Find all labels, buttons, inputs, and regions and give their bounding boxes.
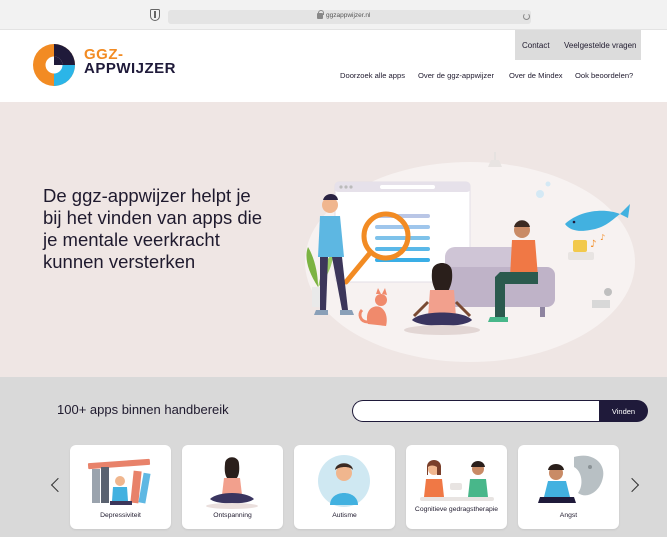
meditating-person-icon — [206, 457, 258, 509]
carousel-prev-icon[interactable] — [50, 477, 66, 493]
anxious-person-icon — [538, 455, 604, 503]
carousel-next-icon[interactable] — [624, 477, 640, 493]
reload-icon[interactable] — [523, 13, 530, 20]
category-label: Angst — [559, 512, 578, 519]
address-text: ggzappwijzer.nl — [326, 12, 371, 19]
svg-text:♪: ♪ — [600, 233, 605, 242]
main-nav: Doorzoek alle apps Over de ggz-appwijzer… — [0, 71, 667, 83]
nav-item-about-mindex[interactable]: Over de Mindex — [509, 71, 563, 80]
site-header: GGZ- APPWIJZER Contact Veelgestelde vrag… — [0, 30, 667, 102]
browser-toolbar: ggzappwijzer.nl — [0, 0, 667, 30]
two-people-talking-icon — [420, 460, 494, 501]
faq-link[interactable]: Veelgestelde vragen — [564, 41, 637, 50]
lock-icon — [317, 10, 324, 19]
category-label: Ontspanning — [213, 512, 252, 519]
privacy-shield-icon[interactable] — [150, 9, 160, 21]
category-card-cognitieve-gedragstherapie[interactable]: Cognitieve gedragstherapie — [406, 445, 507, 529]
search-input[interactable] — [352, 400, 600, 422]
category-card-autisme[interactable]: Autisme — [294, 445, 395, 529]
category-card-depressiviteit[interactable]: Depressiviteit — [70, 445, 171, 529]
apps-heading: 100+ apps binnen handbereik — [57, 402, 229, 417]
category-card-angst[interactable]: Angst — [518, 445, 619, 529]
books-person-icon — [87, 458, 151, 505]
nav-item-review[interactable]: Ook beoordelen? — [575, 71, 633, 80]
hero-illustration: ♪ ♪ — [305, 152, 635, 362]
category-label: Autisme — [332, 512, 357, 519]
hero-section: De ggz-appwijzer helpt je bij het vinden… — [0, 102, 667, 377]
nav-item-browse-apps[interactable]: Doorzoek alle apps — [340, 71, 405, 80]
svg-text:♪: ♪ — [590, 239, 596, 250]
category-card-ontspanning[interactable]: Ontspanning — [182, 445, 283, 529]
search-button[interactable]: Vinden — [599, 400, 648, 422]
nav-item-about-appwijzer[interactable]: Over de ggz-appwijzer — [418, 71, 494, 80]
address-bar[interactable]: ggzappwijzer.nl — [168, 10, 531, 24]
category-label: Depressiviteit — [100, 512, 141, 519]
utility-nav: Contact Veelgestelde vragen — [515, 30, 641, 60]
app-search-section: 100+ apps binnen handbereik Vinden Depre… — [0, 377, 667, 537]
hero-title: De ggz-appwijzer helpt je bij het vinden… — [43, 185, 263, 272]
contact-link[interactable]: Contact — [522, 41, 550, 50]
category-label: Cognitieve gedragstherapie — [414, 506, 499, 513]
person-portrait-icon — [318, 455, 370, 507]
